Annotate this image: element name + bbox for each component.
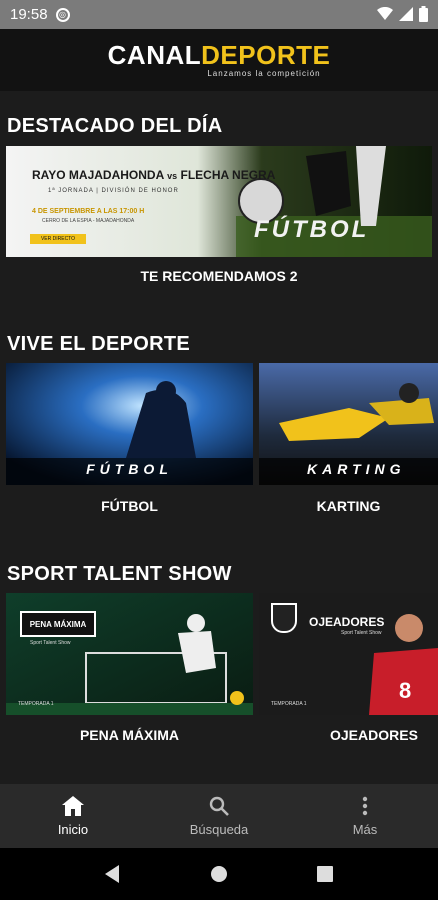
- karting-card-overlay-text: KARTING: [307, 461, 406, 477]
- svg-text:8: 8: [399, 678, 411, 703]
- wifi-icon: [377, 7, 393, 20]
- section-title-talent: SPORT TALENT SHOW: [7, 563, 232, 585]
- back-icon[interactable]: [104, 865, 121, 883]
- more-vert-icon: [362, 796, 368, 815]
- futbol-card-overlay-text: FÚTBOL: [86, 461, 173, 477]
- section-title-destacado: DESTACADO DEL DÍA: [7, 115, 223, 137]
- nav-item-inicio[interactable]: Inicio: [0, 784, 146, 848]
- pena-maxima-badge-sub: Sport Talent Show: [30, 640, 71, 646]
- banner-cta-button[interactable]: VER DIRECTO: [30, 234, 86, 244]
- main-content[interactable]: DESTACADO DEL DÍA RAYO MAJADAHONDA vs FL…: [0, 91, 438, 784]
- featured-caption[interactable]: TE RECOMENDAMOS 2: [0, 268, 438, 284]
- nav-label-inicio: Inicio: [57, 821, 89, 837]
- app-header: CANALDEPORTE Lanzamos la competición: [0, 29, 438, 91]
- system-nav-bar: [0, 848, 438, 900]
- show-card-ojeadores[interactable]: 8 OJEADORES Sport Talent Show TEMPORADA …: [259, 593, 438, 715]
- futbol-caption[interactable]: FÚTBOL: [6, 498, 253, 514]
- ojeadores-badge: OJEADORES: [309, 615, 385, 629]
- bottom-nav: Inicio Búsqueda Más: [0, 784, 438, 848]
- banner-big-text: FÚTBOL: [254, 216, 370, 243]
- section-title-vive: VIVE EL DEPORTE: [7, 333, 191, 355]
- ojeadores-caption[interactable]: OJEADORES: [330, 727, 438, 743]
- data-saver-icon: ◎: [55, 7, 70, 22]
- banner-venue: CERRO DE LA ESPIA - MAJADAHONDA: [42, 218, 135, 224]
- home-icon: [62, 795, 84, 816]
- sport-card-futbol[interactable]: FÚTBOL: [6, 363, 253, 485]
- status-bar: 19:58 ◎: [0, 0, 438, 29]
- karting-caption[interactable]: KARTING: [259, 498, 438, 514]
- app-logo: CANALDEPORTE: [107, 40, 331, 70]
- home-circle-icon[interactable]: [210, 865, 228, 883]
- sport-card-karting[interactable]: KARTING: [259, 363, 438, 485]
- banner-subtitle: 1ª JORNADA | DIVISIÓN DE HONOR: [48, 188, 179, 194]
- nav-label-mas: Más: [352, 821, 378, 837]
- app-tagline: Lanzamos la competición: [207, 69, 321, 78]
- banner-date: 4 DE SEPTIEMBRE A LAS 17:00 H: [32, 208, 145, 215]
- search-icon: [209, 796, 229, 816]
- nav-item-busqueda[interactable]: Búsqueda: [146, 784, 292, 848]
- recents-icon[interactable]: [317, 866, 334, 882]
- ojeadores-crest-icon: [271, 603, 297, 633]
- ojeadores-badge-sub: Sport Talent Show: [341, 630, 382, 636]
- nav-item-mas[interactable]: Más: [292, 784, 438, 848]
- nav-label-busqueda: Búsqueda: [189, 821, 249, 837]
- pena-maxima-badge: PENA MÁXIMA: [20, 611, 96, 637]
- show-card-pena-maxima[interactable]: PENA MÁXIMA Sport Talent Show TEMPORADA …: [6, 593, 253, 715]
- banner-match-title: RAYO MAJADAHONDA vs FLECHA NEGRA: [32, 168, 276, 182]
- featured-banner-card[interactable]: RAYO MAJADAHONDA vs FLECHA NEGRA 1ª JORN…: [6, 146, 432, 257]
- pena-maxima-caption[interactable]: PENA MÁXIMA: [6, 727, 253, 743]
- signal-icon: [399, 7, 413, 21]
- pena-maxima-season: TEMPORADA 1: [18, 701, 54, 707]
- battery-icon: [419, 6, 428, 22]
- ojeadores-season: TEMPORADA 1: [271, 701, 307, 707]
- status-time: 19:58: [10, 6, 48, 23]
